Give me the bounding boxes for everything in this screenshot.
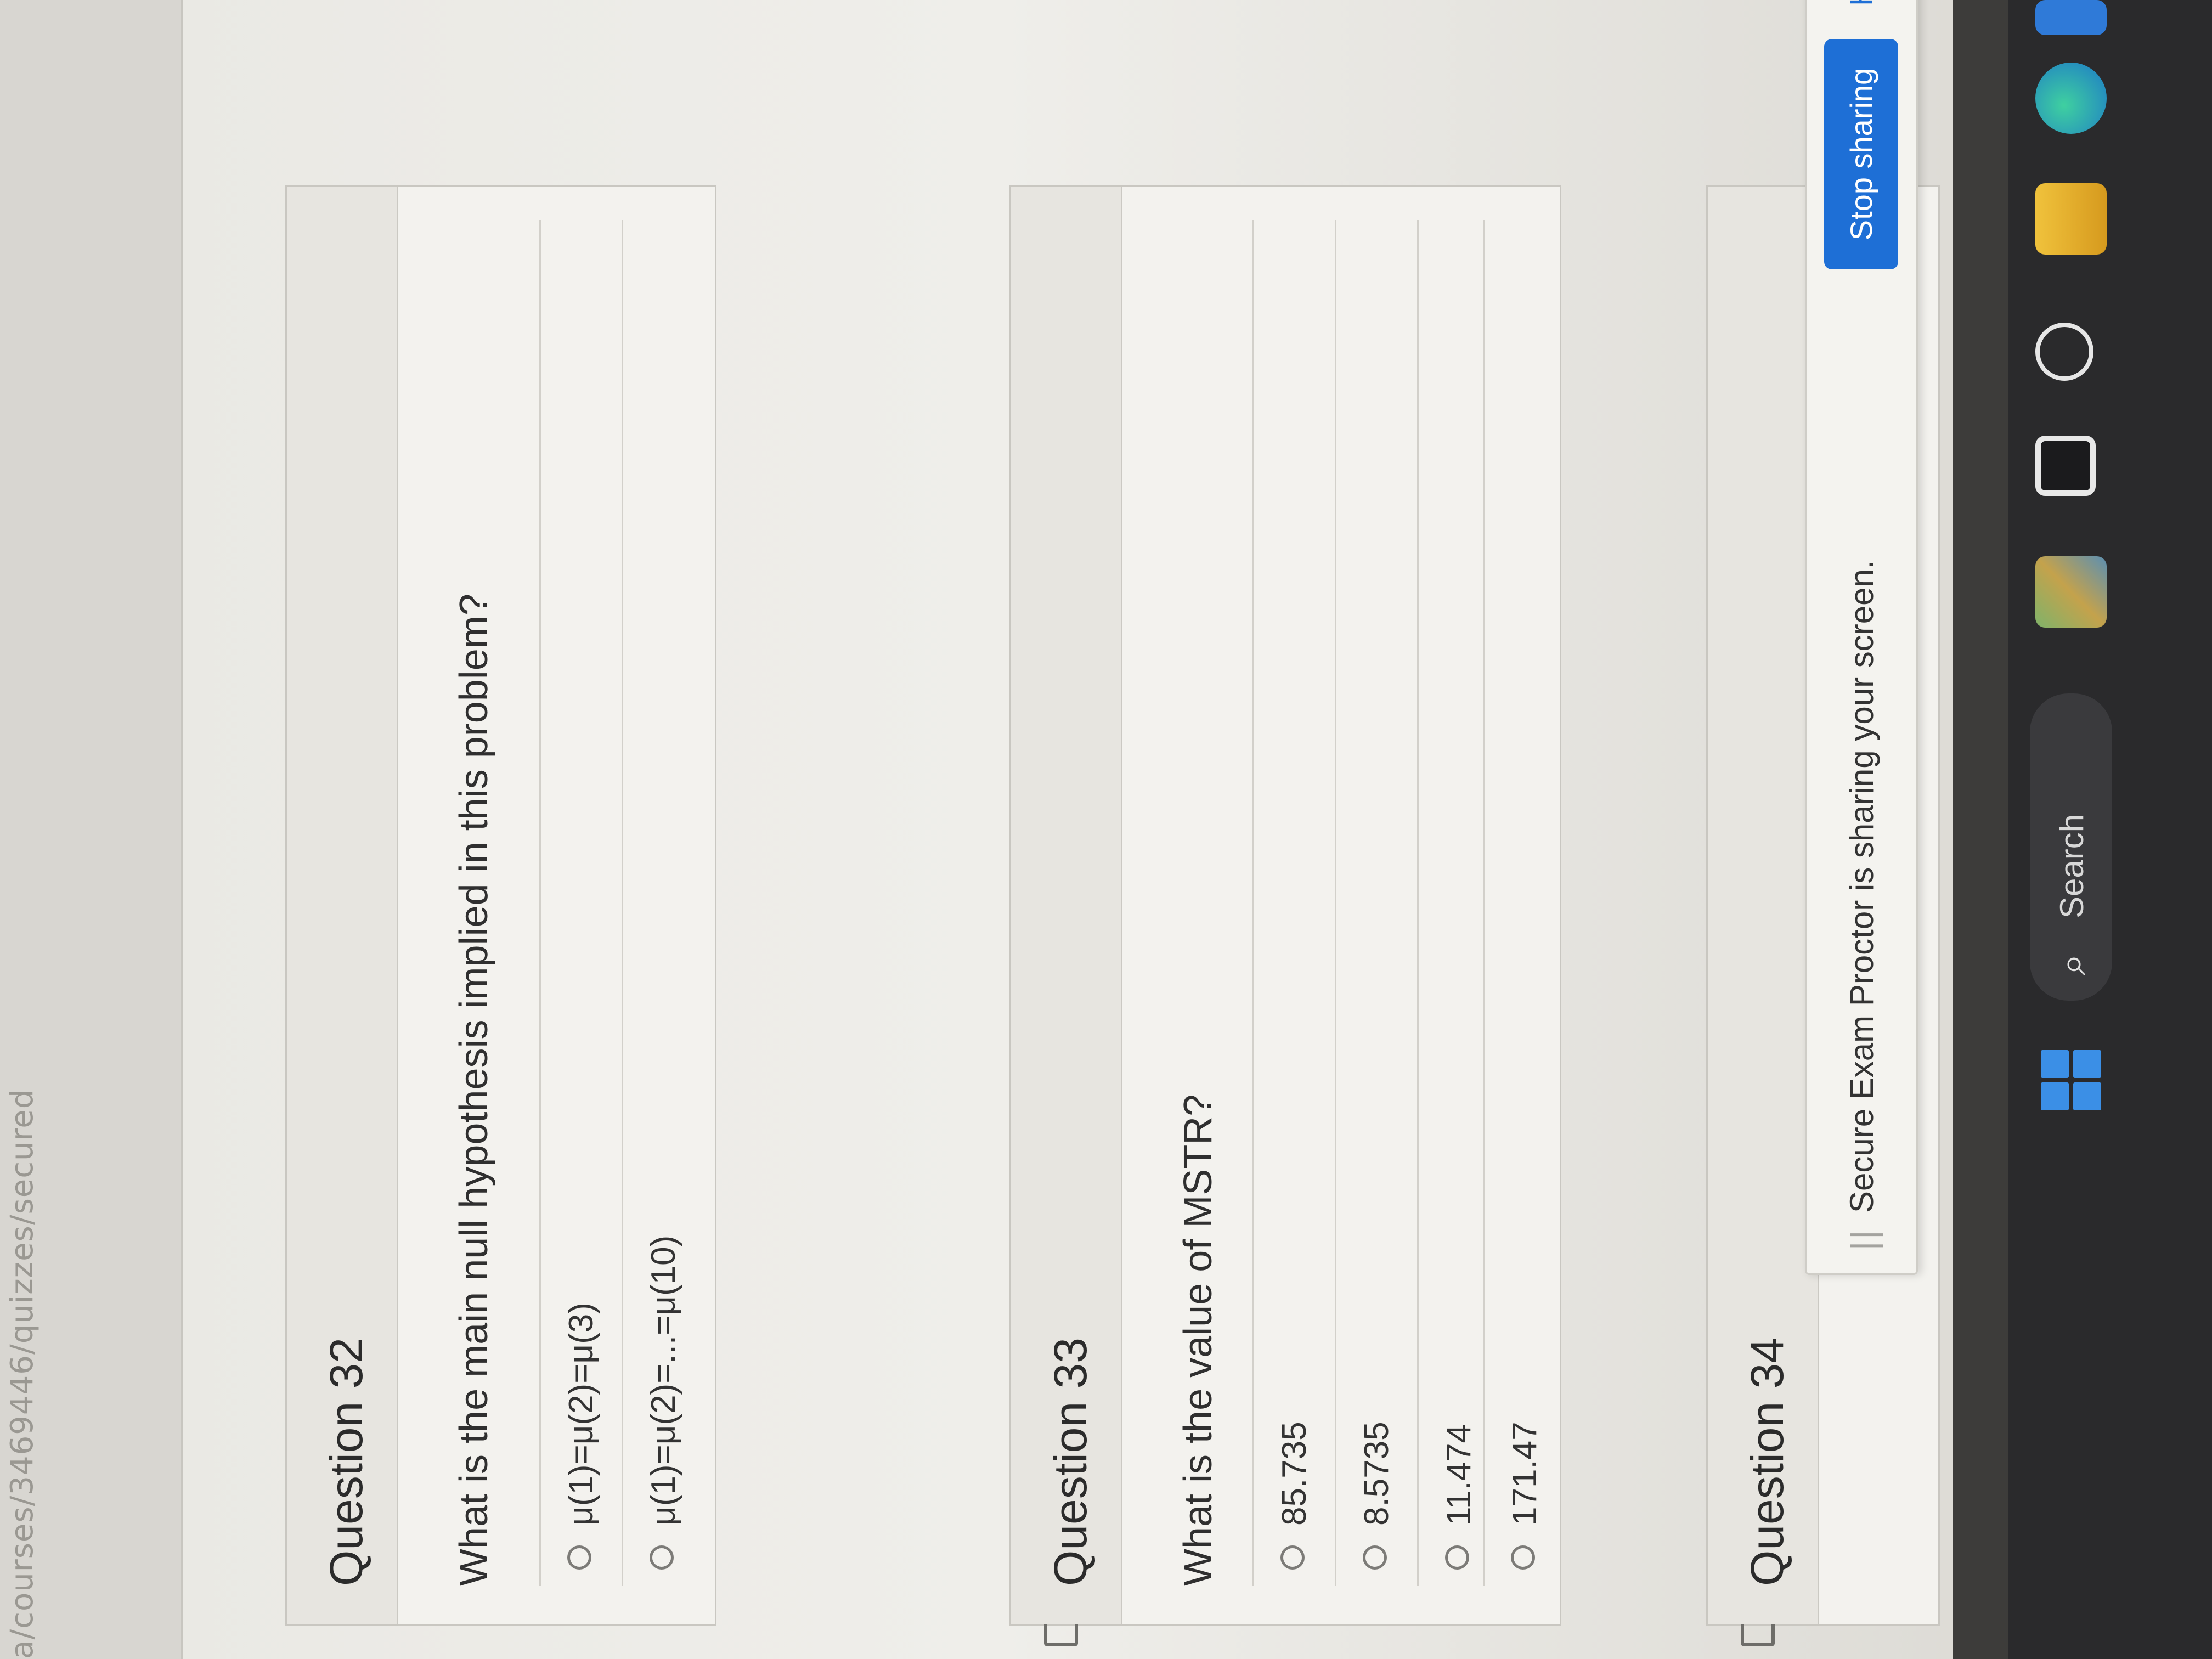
answer-label: μ(1)=μ(2)=μ(3) bbox=[562, 1302, 600, 1526]
question-prompt: What is the main null hypothesis implied… bbox=[452, 594, 496, 1586]
radio-button[interactable] bbox=[567, 1545, 591, 1570]
url-text: a/courses/3469446/quizzes/secured bbox=[4, 1088, 40, 1659]
snipping-tool-icon[interactable] bbox=[2035, 323, 2094, 381]
search-label: Search bbox=[2053, 814, 2090, 918]
app-icon[interactable] bbox=[2035, 0, 2107, 35]
answer-label: μ(1)=μ(2)=...=μ(10) bbox=[645, 1235, 682, 1526]
question-header: Question 34 bbox=[1708, 187, 1819, 1624]
question-prompt: What is the value of MSTR? bbox=[1176, 1094, 1220, 1586]
answer-option[interactable]: μ(1)=μ(2)=...=μ(10) bbox=[622, 220, 706, 1586]
radio-button[interactable] bbox=[1280, 1545, 1305, 1570]
radio-button[interactable] bbox=[1511, 1545, 1535, 1570]
monitor-bezel bbox=[1953, 0, 2008, 1659]
answer-option[interactable]: μ(1)=μ(2)=μ(3) bbox=[539, 220, 623, 1586]
answer-option[interactable]: 85.735 bbox=[1252, 220, 1336, 1586]
radio-button[interactable] bbox=[1363, 1545, 1387, 1570]
answer-option[interactable]: 8.5735 bbox=[1335, 220, 1419, 1586]
hide-button[interactable]: Hide bbox=[1843, 0, 1880, 6]
answer-label: 171.47 bbox=[1506, 1421, 1544, 1526]
question-title: Question 33 bbox=[1045, 1338, 1096, 1586]
question-card-32: Question 32 What is the main null hypoth… bbox=[285, 185, 716, 1626]
drag-handle-icon[interactable]: || bbox=[1845, 1229, 1883, 1251]
sharing-message: Secure Exam Proctor is sharing your scre… bbox=[1843, 560, 1880, 1213]
answer-option[interactable]: 171.47 bbox=[1483, 220, 1556, 1586]
browser-address-bar[interactable]: a/courses/3469446/quizzes/secured bbox=[0, 0, 183, 1659]
radio-button[interactable] bbox=[1445, 1545, 1469, 1570]
question-header: Question 33 bbox=[1011, 187, 1122, 1624]
screen: a/courses/3469446/quizzes/secured Questi… bbox=[0, 0, 2212, 1659]
answer-label: 11.474 bbox=[1440, 1424, 1478, 1526]
widget-icon[interactable] bbox=[2035, 556, 2107, 628]
taskbar-search[interactable]: ⌕ Search bbox=[2030, 693, 2112, 1001]
radio-button[interactable] bbox=[650, 1545, 674, 1570]
answer-label: 85.735 bbox=[1276, 1421, 1313, 1526]
question-title: Question 34 bbox=[1741, 1338, 1793, 1586]
file-explorer-icon[interactable] bbox=[2035, 183, 2107, 255]
answer-label: 8.5735 bbox=[1358, 1421, 1396, 1526]
question-header: Question 32 bbox=[287, 187, 398, 1624]
task-view-icon[interactable] bbox=[2035, 436, 2096, 496]
stop-sharing-button[interactable]: Stop sharing bbox=[1824, 39, 1898, 269]
edge-browser-icon[interactable] bbox=[2035, 63, 2107, 134]
screen-sharing-bar: || Secure Exam Proctor is sharing your s… bbox=[1805, 0, 1918, 1275]
question-title: Question 32 bbox=[320, 1338, 372, 1586]
windows-start-icon[interactable] bbox=[2041, 1050, 2101, 1110]
question-card-33: Question 33 What is the value of MSTR? 8… bbox=[1009, 185, 1561, 1646]
search-icon: ⌕ bbox=[2049, 953, 2095, 975]
